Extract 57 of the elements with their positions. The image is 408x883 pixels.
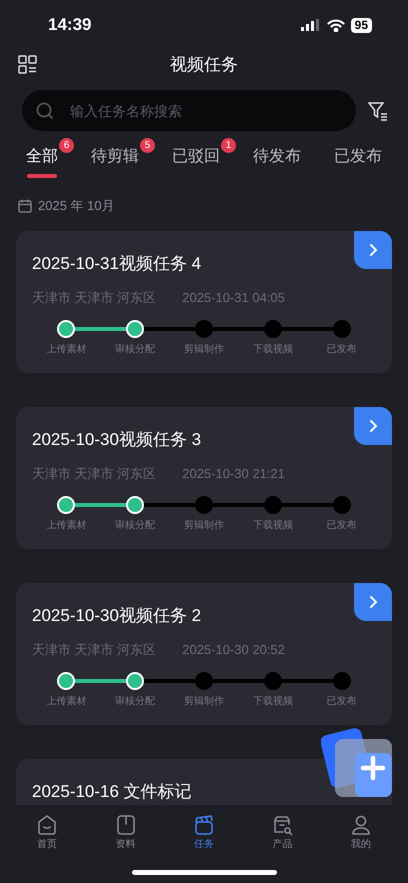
step-label: 已发布 (326, 518, 357, 532)
nav-tab[interactable]: 我的 (336, 813, 386, 855)
step-label: 剪辑制作 (184, 342, 224, 356)
filter-icon[interactable] (368, 100, 388, 120)
nav-tab[interactable]: 首页 (22, 813, 72, 855)
count-badge: 5 (140, 138, 155, 153)
task-title: 2025-10-30视频任务 3 (32, 428, 202, 450)
step-label: 上传素材 (46, 342, 86, 356)
add-button[interactable] (321, 725, 393, 797)
step-label: 上传素材 (46, 518, 86, 532)
search-icon (36, 102, 54, 120)
open-button[interactable] (354, 230, 392, 268)
task-card[interactable]: 2025-10-31视频任务 4 天津市 天津市 河东区 2025-10-31 04:05 上传素材 审核分配 剪辑制作 下载视频 已发布 (16, 230, 392, 372)
status-time: 14:39 (48, 14, 92, 36)
task-card[interactable]: 2025-10-30视频任务 2 天津市 天津市 河东区 2025-10-30 20:52 上传素材 审核分配 剪辑制作 下载视频 已发布 (16, 582, 392, 724)
battery-level: 95 (350, 18, 372, 32)
task-location: 天津市 天津市 河东区 (32, 289, 156, 307)
step-label: 审核分配 (115, 342, 156, 356)
chevron-right-icon (367, 594, 379, 608)
task-title: 2025-10-30视频任务 2 (32, 604, 202, 626)
task-title: 2025-10-16 文件标记 (32, 780, 193, 802)
month-label: 2025 年 10月 (38, 197, 115, 215)
count-badge: 6 (59, 138, 74, 153)
step-label: 审核分配 (115, 518, 156, 532)
step-label: 下载视频 (252, 694, 293, 708)
step-label: 已发布 (326, 342, 357, 356)
chevron-right-icon (367, 242, 379, 256)
count-badge: 1 (221, 138, 236, 153)
filter-tab[interactable]: 已发布 (334, 145, 382, 178)
calendar-icon (18, 198, 32, 213)
step-label: 审核分配 (115, 694, 156, 708)
signal-icon (300, 19, 321, 31)
task-time: 2025-10-30 20:52 (182, 641, 285, 659)
task-title: 2025-10-31视频任务 4 (32, 252, 202, 274)
page-title: 视频任务 (170, 54, 238, 76)
plus-icon (321, 725, 393, 797)
nav-tab[interactable]: 资料 (100, 813, 151, 855)
chevron-right-icon (367, 418, 379, 432)
nav-tab[interactable]: 产品 (257, 813, 308, 855)
filter-tab[interactable]: 待发布 (253, 145, 301, 178)
task-card[interactable]: 2025-10-30视频任务 3 天津市 天津市 河东区 2025-10-30 21:21 上传素材 审核分配 剪辑制作 下载视频 已发布 (16, 406, 392, 548)
step-label: 剪辑制作 (184, 694, 224, 708)
step-label: 上传素材 (46, 694, 86, 708)
open-button[interactable] (354, 582, 392, 620)
task-location: 天津市 天津市 河东区 (32, 465, 156, 483)
nav-tab[interactable]: 任务 (178, 813, 229, 855)
step-label: 剪辑制作 (184, 518, 224, 532)
task-time: 2025-10-30 21:21 (182, 465, 285, 483)
task-time: 2025-10-31 04:05 (182, 289, 285, 307)
search-field[interactable]: 输入任务名称搜索 (22, 90, 356, 131)
step-label: 下载视频 (252, 518, 293, 532)
wifi-icon (326, 18, 345, 32)
task-location: 天津市 天津市 河东区 (32, 641, 156, 659)
step-label: 已发布 (326, 694, 357, 708)
grid-switch-icon[interactable] (18, 55, 38, 75)
step-label: 下载视频 (252, 342, 293, 356)
open-button[interactable] (354, 406, 392, 444)
